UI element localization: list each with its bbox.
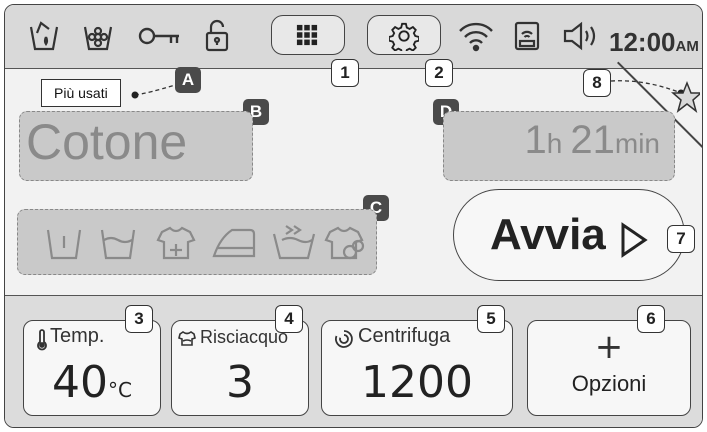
settings-button[interactable] — [367, 15, 441, 55]
rinse-tile[interactable]: Risciacquo 3 — [171, 320, 309, 416]
wash-icon — [100, 229, 136, 260]
iron-icon — [212, 228, 256, 258]
callout-1: 1 — [331, 59, 359, 87]
options-label: Opzioni — [571, 371, 647, 396]
menu-button[interactable] — [271, 15, 345, 55]
callout-4: 4 — [275, 305, 303, 333]
callout-7: 7 — [667, 225, 695, 253]
wash-phases-icons — [46, 225, 365, 260]
softener-icon — [81, 19, 115, 53]
spin-dry-icon — [324, 226, 365, 260]
wifi-icon — [457, 19, 495, 53]
prewash-icon — [46, 229, 82, 260]
callout-6: 6 — [637, 305, 665, 333]
temperature-tile[interactable]: Temp. 40°C — [23, 320, 161, 416]
settings-gear-icon — [389, 22, 419, 51]
detergent-icon — [27, 19, 61, 53]
spin-label: Centrifuga — [358, 325, 451, 347]
start-button[interactable]: Avvia — [453, 189, 685, 281]
program-name-box[interactable]: Cotone — [19, 111, 253, 181]
wash-phases-box[interactable] — [17, 209, 377, 275]
spin-value: 1200 — [361, 357, 473, 408]
grid-menu-icon — [296, 24, 318, 46]
unlock-icon — [201, 19, 235, 53]
rinse-label: Risciacquo — [200, 327, 289, 347]
callout-5: 5 — [477, 305, 505, 333]
spin-icon — [335, 330, 353, 348]
temperature-label: Temp. — [50, 325, 105, 347]
favorites-tag[interactable]: Più usati — [41, 79, 121, 107]
plus-icon: + — [594, 327, 624, 367]
rinse-icon — [178, 331, 196, 346]
duration-display: 1h 21min — [524, 118, 660, 162]
volume-icon — [561, 19, 601, 53]
settings-panel: Temp. 40°C Risciacquo 3 Centrifuga 1200 … — [5, 295, 702, 427]
key-icon — [137, 19, 183, 53]
callout-2: 2 — [425, 59, 453, 87]
options-tile[interactable]: + Opzioni — [527, 320, 691, 416]
duration-box[interactable]: 1h 21min — [443, 111, 675, 181]
thermometer-icon — [37, 329, 47, 351]
program-name: Cotone — [26, 114, 188, 170]
soak-icon — [156, 226, 196, 260]
callout-a: A — [175, 67, 201, 93]
temperature-value: 40°C — [52, 357, 132, 408]
spin-tile[interactable]: Centrifuga 1200 — [321, 320, 513, 416]
remote-control-icon — [511, 19, 545, 53]
start-label: Avvia — [490, 210, 606, 259]
clock: 12:00AM — [609, 27, 699, 57]
rinse-value: 3 — [226, 357, 254, 408]
callout-a-leader — [131, 84, 176, 99]
washer-display: 12:00AM 1 2 8 Più usati A B Cotone D 1h2… — [4, 4, 703, 428]
play-arrow-icon — [621, 222, 648, 258]
callout-3: 3 — [125, 305, 153, 333]
quick-rinse-icon — [272, 225, 316, 260]
